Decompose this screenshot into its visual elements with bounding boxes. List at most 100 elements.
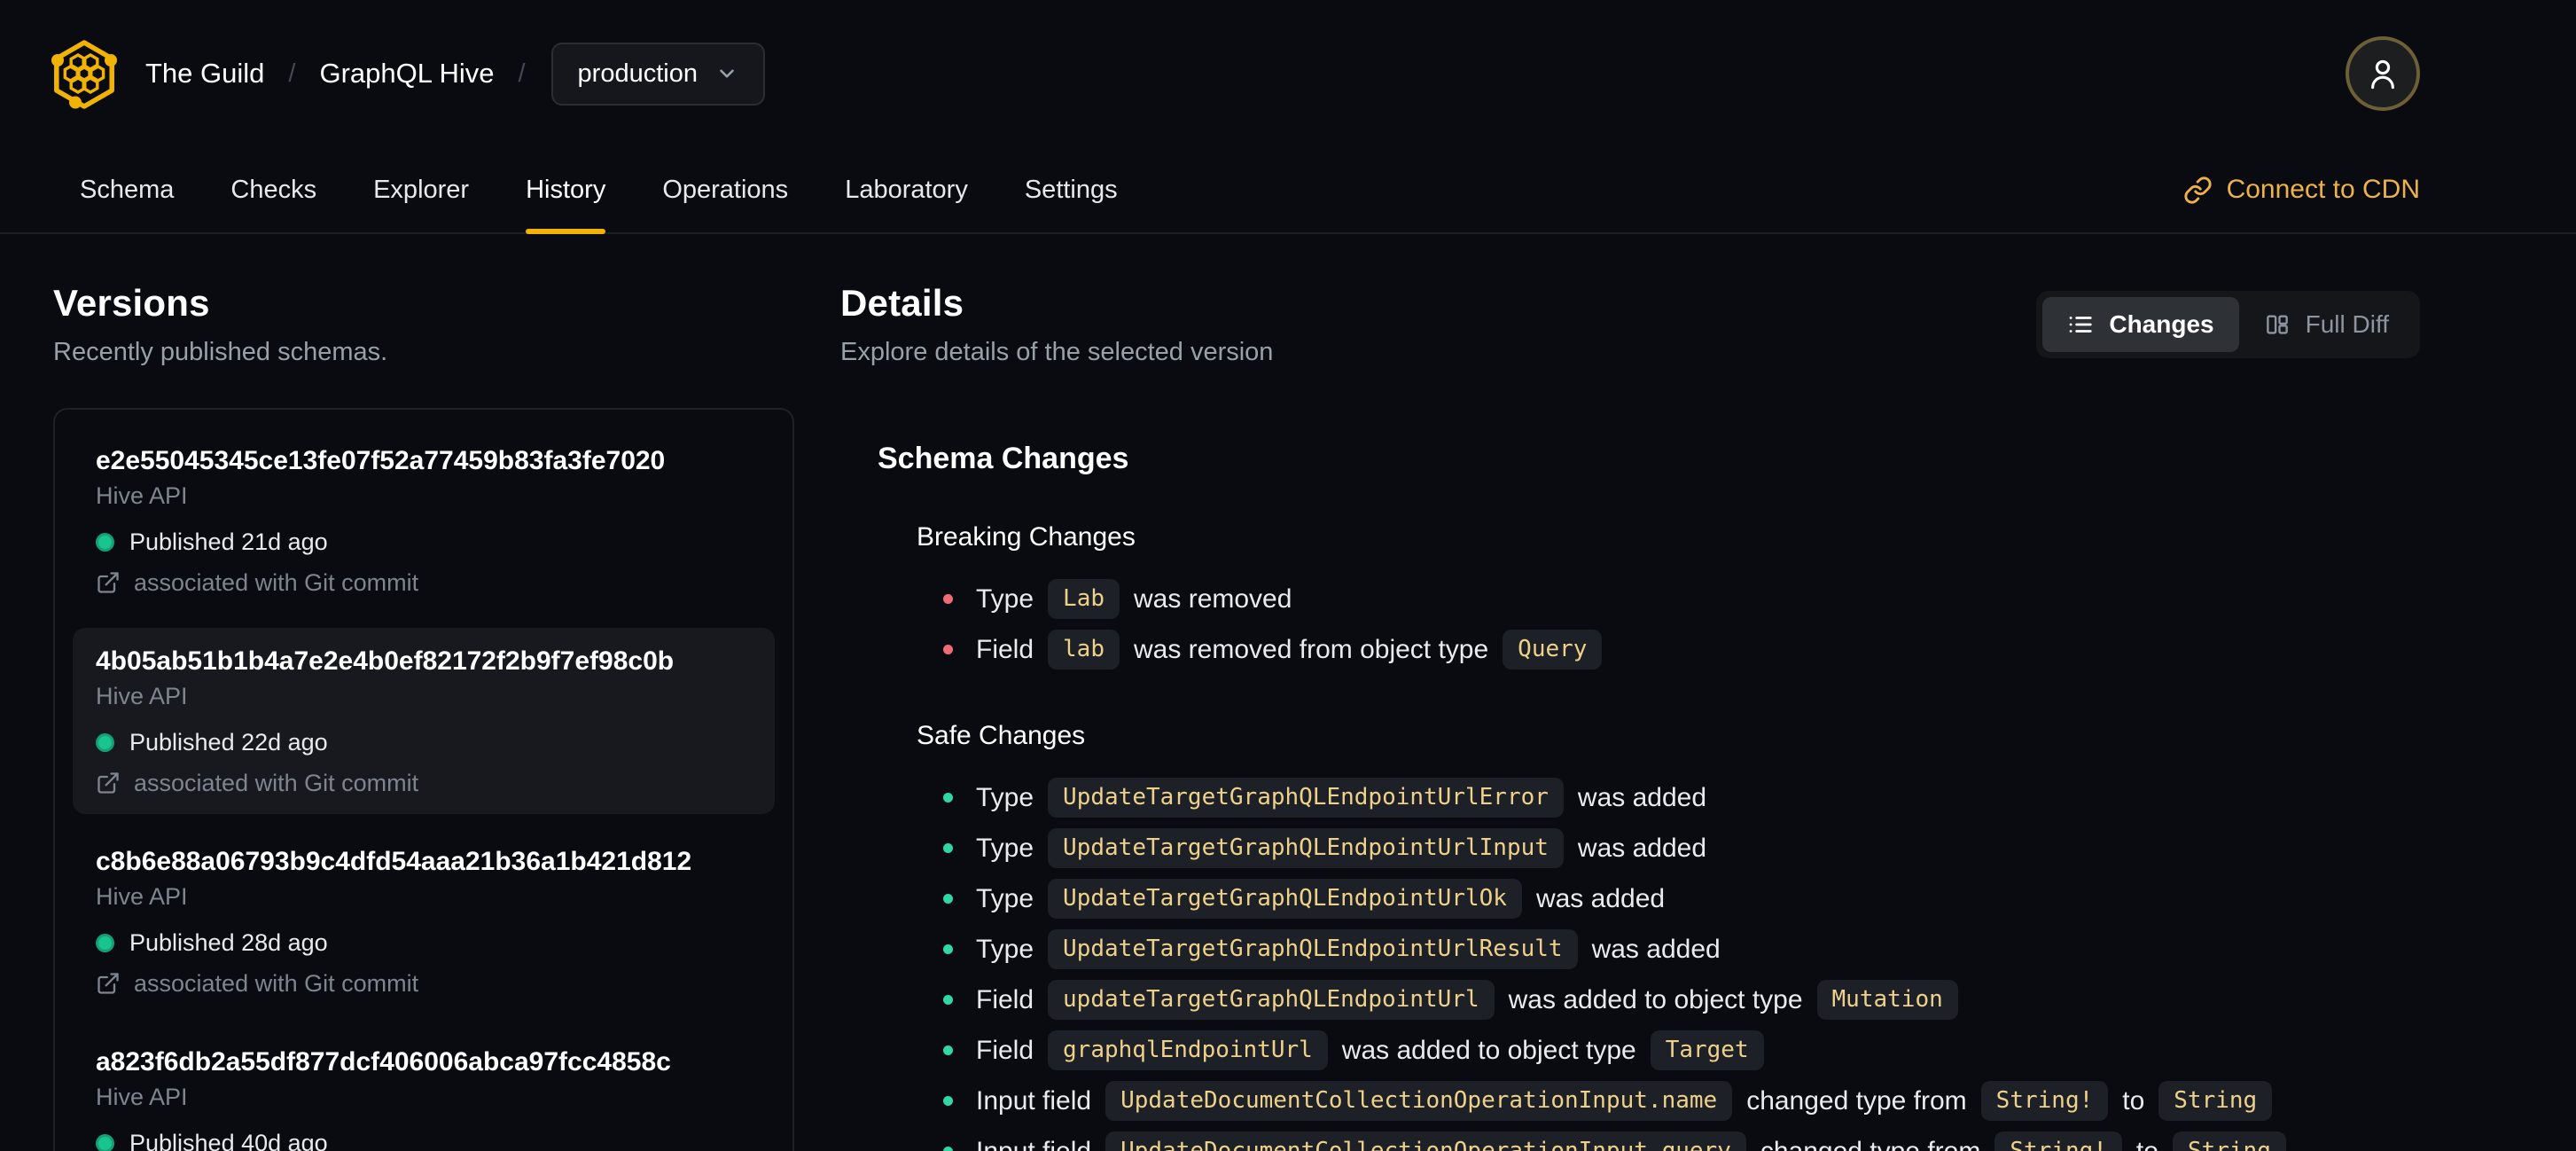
change-row: Field updateTargetGraphQLEndpointUrl was a…	[943, 975, 2420, 1025]
change-text: was added	[1577, 782, 1707, 812]
change-text: Type	[976, 883, 1034, 913]
project-nav: Schema Checks Explorer History Operation…	[0, 147, 2576, 234]
version-service: Hive API	[96, 482, 188, 509]
version-list-item[interactable]: 4b05ab51b1b4a7e2e4b0ef82172f2b9f7ef98c0b…	[73, 628, 775, 814]
code-chip: String!	[1980, 1081, 2109, 1121]
change-row: Type UpdateTargetGraphQLEndpointUrlError w…	[943, 772, 2420, 823]
change-text: Input field	[976, 1136, 1092, 1151]
user-avatar-button[interactable]	[2346, 36, 2420, 111]
chevron-down-icon	[715, 62, 738, 85]
changes-groups: Breaking Changes Type Lab was removed Fiel…	[878, 522, 2420, 1151]
connect-to-cdn-link[interactable]: Connect to CDN	[2183, 175, 2420, 205]
tab-settings[interactable]: Settings	[1025, 147, 1118, 232]
change-text: was added	[1577, 833, 1707, 863]
change-text: was added to object type	[1341, 1035, 1636, 1065]
code-chip: UpdateDocumentCollectionOperationInput.q…	[1105, 1131, 1746, 1151]
tab-label: Checks	[230, 175, 317, 204]
bullet-icon	[943, 843, 953, 853]
version-hash: c8b6e88a06793b9c4dfd54aaa21b36a1b421d812	[96, 847, 692, 876]
change-row: Type UpdateTargetGraphQLEndpointUrlInput w…	[943, 823, 2420, 873]
tab-label: Schema	[80, 175, 175, 204]
version-status-row: Published 28d ago	[96, 929, 752, 956]
view-toggle-group: Changes Full Diff	[2036, 291, 2420, 358]
change-text: was added	[1535, 883, 1666, 913]
full-diff-view-button[interactable]: Full Diff	[2239, 297, 2414, 352]
change-row: Field graphqlEndpointUrl was added to obje…	[943, 1025, 2420, 1076]
details-panel: Details Explore details of the selected …	[840, 282, 2420, 1151]
changes-group: Safe Changes Type UpdateTargetGraphQLEndp…	[917, 721, 2420, 1151]
published-dot-icon	[96, 933, 114, 952]
external-link-icon	[96, 570, 121, 595]
code-chip: Query	[1503, 630, 1603, 669]
tab-checks[interactable]: Checks	[230, 147, 316, 232]
person-icon	[2363, 54, 2402, 93]
version-status-label: Published 40d ago	[129, 1130, 328, 1151]
version-list-item[interactable]: c8b6e88a06793b9c4dfd54aaa21b36a1b421d812…	[73, 828, 775, 1014]
change-text: changed type from	[1760, 1136, 1981, 1151]
version-git-row: associated with Git commit	[96, 569, 752, 596]
version-status-label: Published 21d ago	[129, 529, 328, 555]
bullet-icon	[943, 1147, 953, 1151]
change-text: was added to object type	[1508, 984, 1803, 1014]
changes-view-button[interactable]: Changes	[2042, 297, 2239, 352]
published-dot-icon	[96, 732, 114, 752]
version-git-label: associated with Git commit	[134, 770, 419, 796]
breadcrumb-org[interactable]: The Guild	[145, 58, 264, 90]
code-chip: lab	[1048, 630, 1120, 669]
version-list-item[interactable]: e2e55045345ce13fe07f52a77459b83fa3fe7020…	[73, 427, 775, 614]
changes-group-title: Safe Changes	[917, 721, 1086, 750]
change-row: Input field UpdateDocumentCollectionOpera…	[943, 1126, 2420, 1151]
version-git-label: associated with Git commit	[134, 569, 419, 596]
breadcrumb-project[interactable]: GraphQL Hive	[319, 58, 494, 90]
tab-laboratory[interactable]: Laboratory	[845, 147, 968, 232]
code-chip: UpdateTargetGraphQLEndpointUrlResult	[1048, 929, 1578, 969]
tab-operations[interactable]: Operations	[662, 147, 788, 232]
change-text: Type	[976, 782, 1034, 812]
change-text: was removed	[1134, 583, 1292, 614]
list-icon	[2067, 311, 2094, 338]
tab-explorer[interactable]: Explorer	[373, 147, 469, 232]
change-text: Field	[976, 1035, 1034, 1065]
versions-title: Versions	[53, 282, 210, 324]
change-text: changed type from	[1746, 1085, 1967, 1116]
change-row: Type Lab was removed	[943, 574, 2420, 624]
code-chip: Mutation	[1816, 980, 1958, 1020]
tab-schema[interactable]: Schema	[80, 147, 174, 232]
change-row: Field lab was removed from object type Quer…	[943, 624, 2420, 675]
bullet-icon	[943, 944, 953, 954]
version-hash: e2e55045345ce13fe07f52a77459b83fa3fe7020	[96, 446, 666, 475]
change-row: Input field UpdateDocumentCollectionOpera…	[943, 1076, 2420, 1126]
code-chip: updateTargetGraphQLEndpointUrl	[1048, 980, 1495, 1020]
version-git-label: associated with Git commit	[134, 970, 419, 997]
change-text: to	[2122, 1085, 2145, 1116]
tab-label: Settings	[1024, 175, 1118, 204]
code-chip: String	[2158, 1081, 2273, 1121]
schema-changes-title: Schema Changes	[878, 442, 1129, 475]
change-list: Type Lab was removed Field lab was removed f…	[943, 574, 2420, 675]
breadcrumb: The Guild / GraphQL Hive / production	[145, 42, 765, 106]
change-text: was added	[1591, 934, 1721, 964]
code-chip: String!	[1994, 1131, 2122, 1151]
version-hash: a823f6db2a55df877dcf406006abca97fcc4858c	[96, 1047, 671, 1077]
columns-icon	[2264, 311, 2291, 338]
tab-history[interactable]: History	[526, 147, 606, 234]
external-link-icon	[96, 971, 121, 996]
published-dot-icon	[96, 1133, 114, 1151]
external-link-icon	[96, 771, 121, 795]
version-status-label: Published 28d ago	[129, 929, 328, 956]
version-list-item[interactable]: a823f6db2a55df877dcf406006abca97fcc4858c…	[73, 1029, 775, 1151]
bullet-icon	[943, 594, 953, 604]
versions-list: e2e55045345ce13fe07f52a77459b83fa3fe7020…	[53, 408, 794, 1151]
change-text: Field	[976, 634, 1034, 664]
code-chip: UpdateTargetGraphQLEndpointUrlInput	[1048, 828, 1564, 868]
change-text: Field	[976, 984, 1034, 1014]
connect-to-cdn-label: Connect to CDN	[2226, 175, 2420, 204]
target-selector-dropdown[interactable]: production	[550, 42, 765, 106]
code-chip: graphqlEndpointUrl	[1048, 1030, 1328, 1070]
change-row: Type UpdateTargetGraphQLEndpointUrlResult…	[943, 924, 2420, 975]
version-status-row: Published 21d ago	[96, 529, 752, 555]
main-content: Versions Recently published schemas. e2e…	[0, 234, 2576, 1151]
version-status-row: Published 40d ago	[96, 1130, 752, 1151]
breadcrumb-separator: /	[518, 59, 526, 88]
published-dot-icon	[96, 532, 114, 552]
